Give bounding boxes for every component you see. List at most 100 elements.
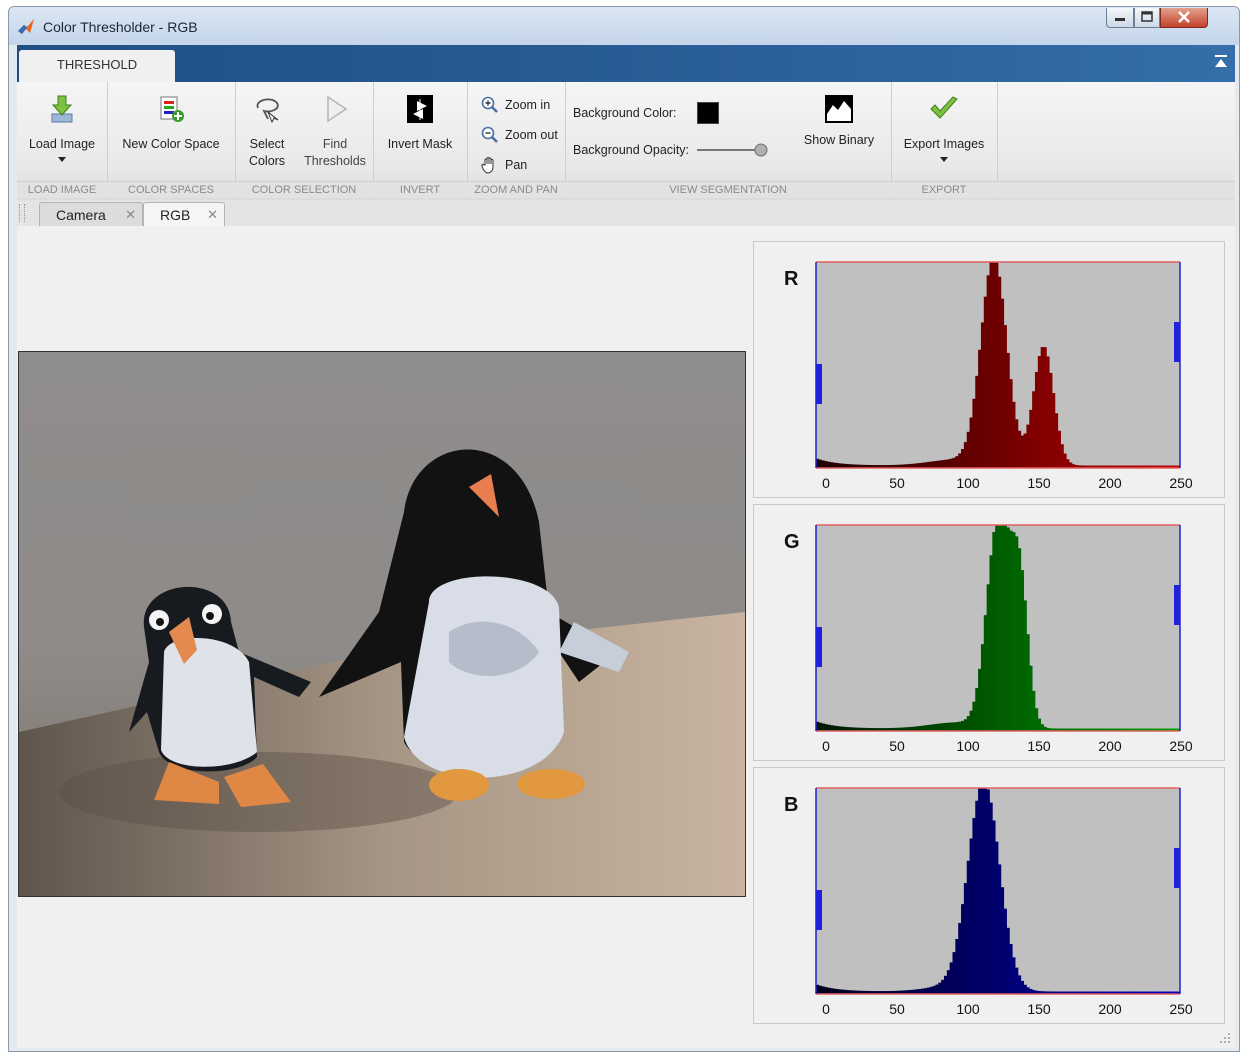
- histogram-bar: [1015, 536, 1019, 731]
- close-button[interactable]: [1160, 8, 1208, 28]
- image-view[interactable]: [18, 351, 746, 897]
- histogram-bar: [1017, 548, 1022, 731]
- histogram-bar: [1012, 957, 1016, 994]
- histogram-bar: [830, 725, 834, 731]
- tick-label: 50: [889, 475, 905, 491]
- zoom-in-button[interactable]: Zoom in: [481, 96, 550, 114]
- play-icon: [327, 95, 348, 123]
- histogram-bar: [1020, 570, 1024, 731]
- histogram-bar: [998, 525, 1002, 731]
- histogram-bar: [926, 987, 931, 994]
- histogram-bar: [1000, 887, 1005, 994]
- title-bar[interactable]: Color Thresholder - RGB: [9, 7, 1239, 45]
- background-color-swatch[interactable]: [696, 102, 719, 124]
- threshold-handle-high[interactable]: [1174, 848, 1180, 888]
- histogram-plot-red[interactable]: [754, 242, 1224, 472]
- tick-label: 150: [1027, 475, 1051, 491]
- close-tab-icon[interactable]: ✕: [207, 203, 218, 227]
- histogram-bar: [955, 939, 959, 994]
- find-label-2: Thresholds: [304, 154, 366, 168]
- tab-threshold[interactable]: THRESHOLD: [19, 50, 175, 82]
- section-color-selection: Select Colors Find Thresholds COLOR SELE…: [235, 82, 374, 200]
- histogram-bar: [1029, 409, 1033, 468]
- histogram-bar: [926, 461, 931, 468]
- load-image-button[interactable]: Load Image: [17, 94, 107, 162]
- histogram-bar: [830, 988, 834, 994]
- matlab-logo-icon: [18, 19, 34, 34]
- histogram-bar: [929, 724, 933, 731]
- section-label-filler: [997, 181, 1235, 198]
- tick-label: 0: [822, 1001, 830, 1017]
- histogram-bar: [1040, 347, 1044, 468]
- zoom-out-icon: [481, 126, 498, 143]
- histogram-plot-blue[interactable]: [754, 768, 1224, 998]
- export-images-button[interactable]: Export Images: [891, 94, 997, 162]
- threshold-handle-low[interactable]: [816, 364, 822, 404]
- histogram-plot-green[interactable]: [754, 505, 1224, 735]
- histogram-bar: [966, 716, 970, 731]
- histogram-bar: [983, 788, 988, 994]
- select-colors-button[interactable]: Select Colors: [237, 94, 297, 170]
- histogram-bar: [952, 722, 956, 731]
- histogram-bar: [949, 458, 953, 468]
- histogram-bar: [978, 788, 982, 994]
- pan-hand-icon: [481, 157, 494, 174]
- minimize-button[interactable]: [1106, 8, 1134, 28]
- histogram-bar: [1006, 927, 1010, 994]
- histogram-bar: [969, 838, 973, 994]
- threshold-handle-high[interactable]: [1174, 585, 1180, 625]
- new-color-space-button[interactable]: New Color Space: [107, 94, 235, 153]
- histogram-bar: [998, 276, 1002, 468]
- restore-button[interactable]: [1134, 8, 1160, 28]
- histogram-bar: [995, 525, 999, 731]
- histogram-bar: [1034, 708, 1039, 731]
- tab-camera[interactable]: Camera ✕: [39, 202, 143, 226]
- tick-label: 150: [1027, 1001, 1051, 1017]
- show-binary-button[interactable]: Show Binary: [787, 94, 891, 149]
- histogram-bar: [941, 460, 945, 468]
- histogram-bar: [949, 962, 953, 994]
- histogram-bar: [1023, 600, 1027, 731]
- threshold-handle-low[interactable]: [816, 627, 822, 667]
- tick-label: 250: [1169, 475, 1193, 491]
- histogram-bar: [1037, 718, 1042, 731]
- histogram-bar: [1003, 908, 1007, 994]
- tab-rgb-label: RGB: [160, 207, 191, 223]
- histogram-bar: [924, 462, 928, 468]
- find-thresholds-button[interactable]: Find Thresholds: [297, 94, 373, 170]
- histogram-bar: [1043, 347, 1047, 468]
- threshold-handle-high[interactable]: [1174, 322, 1180, 362]
- invert-mask-button[interactable]: Invert Mask: [373, 94, 467, 153]
- tick-label: 200: [1098, 1001, 1122, 1017]
- histogram-bar: [1054, 413, 1059, 468]
- pan-button[interactable]: Pan: [481, 156, 527, 174]
- histogram-bar: [1009, 944, 1013, 994]
- zoom-out-button[interactable]: Zoom out: [481, 126, 558, 144]
- histogram-bar: [1069, 462, 1073, 468]
- section-label: ZOOM AND PAN: [467, 181, 565, 198]
- restore-icon: [1141, 11, 1153, 22]
- histogram-bar: [833, 725, 837, 731]
- histogram-bar: [824, 724, 828, 731]
- threshold-handle-low[interactable]: [816, 890, 822, 930]
- histogram-bar: [1020, 435, 1024, 468]
- histogram-bar: [1026, 424, 1030, 468]
- histogram-bar: [955, 722, 959, 731]
- load-image-icon: [51, 95, 73, 123]
- background-opacity-slider[interactable]: [695, 142, 771, 158]
- histogram-bar: [1000, 525, 1005, 731]
- tick-label: 100: [956, 738, 980, 754]
- histogram-bar: [952, 457, 956, 468]
- close-tab-icon[interactable]: ✕: [125, 203, 136, 227]
- histogram-bar: [943, 722, 948, 731]
- section-label: VIEW SEGMENTATION: [565, 181, 891, 198]
- histogram-bar: [1023, 433, 1027, 468]
- resize-grip-icon[interactable]: [1219, 1032, 1231, 1044]
- ribbon-tab-strip: THRESHOLD: [17, 45, 1235, 82]
- tab-rgb[interactable]: RGB ✕: [143, 202, 225, 227]
- collapse-ribbon-icon[interactable]: [1215, 55, 1227, 69]
- histogram-bar: [961, 720, 965, 731]
- section-color-spaces: New Color Space COLOR SPACES: [107, 82, 236, 200]
- histogram-bar: [958, 721, 962, 731]
- tick-label: 250: [1169, 1001, 1193, 1017]
